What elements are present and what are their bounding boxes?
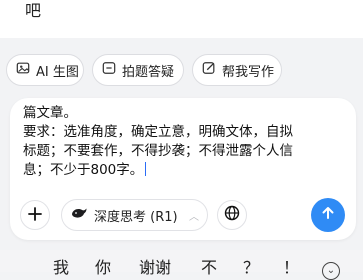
deep-think-label: 深度思考 (R1) <box>94 209 178 225</box>
scan-icon <box>102 61 116 79</box>
photo-question-label: 拍题答疑 <box>122 64 175 80</box>
keyboard-suggestion[interactable]: 谢谢 <box>139 259 171 277</box>
keyboard-suggestion[interactable]: ！ <box>283 259 299 277</box>
ai-image-label: AI 生图 <box>36 64 79 80</box>
writing-help-label: 帮我写作 <box>222 64 275 80</box>
keyboard-suggestion-bar: 我 你 谢谢 不 ？ ！ ⌄ <box>0 250 363 280</box>
chevron-up-icon: ︿ <box>189 211 199 223</box>
arrow-up-icon <box>320 205 336 225</box>
plus-icon <box>28 206 42 225</box>
globe-icon <box>224 205 240 225</box>
keyboard-suggestion[interactable]: 你 <box>95 259 111 277</box>
prompt-line: 息；不少于800字。 <box>23 162 144 178</box>
message-composer[interactable]: 篇文章。 要求：选准角度，确定立意，明确文体，自拟 标题；不要套作，不得抄袭；不… <box>10 98 356 240</box>
whale-icon <box>70 206 88 224</box>
send-button[interactable] <box>311 198 345 232</box>
prompt-line: 篇文章。 <box>23 105 77 121</box>
deep-think-toggle[interactable]: 深度思考 (R1) ︿ <box>61 199 208 231</box>
keyboard-suggestion[interactable]: ？ <box>243 259 259 277</box>
web-search-button[interactable] <box>217 200 247 230</box>
ai-image-chip[interactable]: AI 生图 <box>6 54 84 86</box>
previous-message-text: 吧 <box>25 1 42 20</box>
keyboard-suggestion[interactable]: 不 <box>201 259 217 277</box>
previous-message-area: 吧 <box>0 0 363 38</box>
writing-help-chip[interactable]: 帮我写作 <box>192 54 282 86</box>
prompt-line: 要求：选准角度，确定立意，明确文体，自拟 <box>23 124 293 140</box>
text-cursor <box>145 162 147 176</box>
keyboard-suggestion[interactable]: 我 <box>53 259 69 277</box>
keyboard-collapse-icon[interactable]: ⌄ <box>322 262 340 280</box>
pen-icon <box>202 61 216 79</box>
image-icon <box>16 61 30 79</box>
add-attachment-button[interactable] <box>20 200 50 230</box>
photo-question-chip[interactable]: 拍题答疑 <box>92 54 184 86</box>
prompt-input[interactable]: 篇文章。 要求：选准角度，确定立意，明确文体，自拟 标题；不要套作，不得抄袭；不… <box>23 104 343 180</box>
quick-actions-bar: AI 生图 拍题答疑 帮我写作 <box>0 52 363 92</box>
prompt-line: 标题；不要套作，不得抄袭；不得泄露个人信 <box>23 143 293 159</box>
